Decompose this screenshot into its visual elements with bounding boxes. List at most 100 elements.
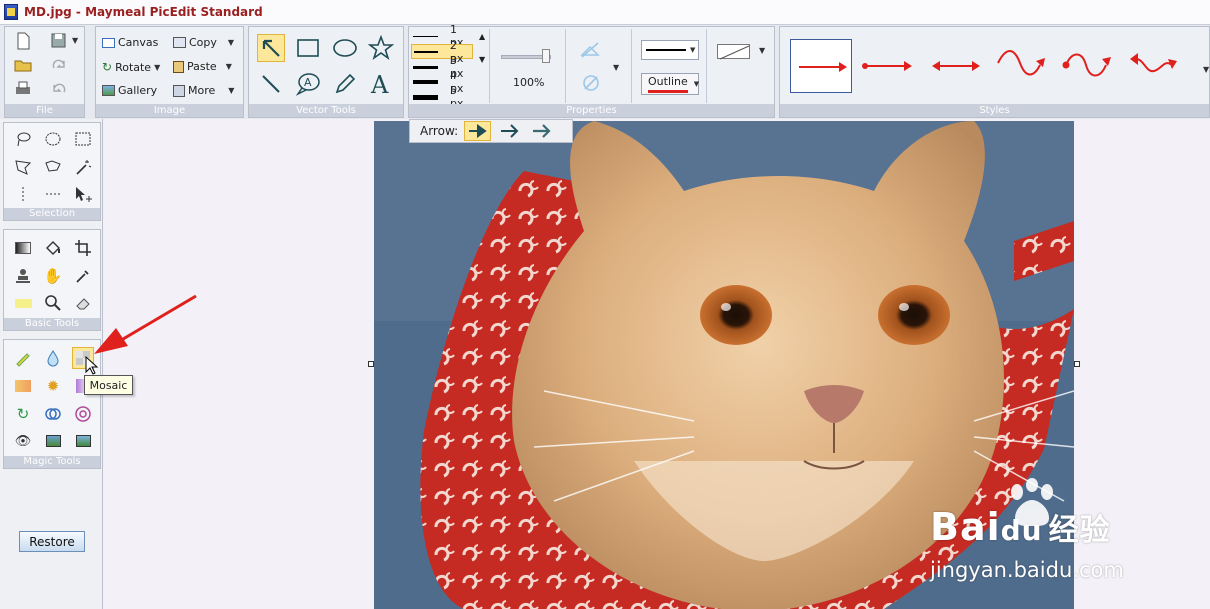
frame-tool[interactable] [42, 430, 64, 452]
outline-select[interactable]: Outline ▼ [641, 73, 699, 95]
wavy-dot-arrow-icon[interactable] [1060, 45, 1116, 81]
width-scroll-down-icon[interactable]: ▼ [479, 55, 485, 64]
refresh-icon: ↻ [16, 405, 30, 423]
no-fill-icon[interactable] [581, 73, 601, 93]
canvas-label: Canvas [118, 36, 159, 49]
open-folder-icon[interactable] [13, 55, 33, 75]
highlighter-tool[interactable] [12, 292, 34, 314]
canvas-icon [102, 37, 115, 48]
more-label: More [188, 84, 216, 97]
line-style-dropdown-icon[interactable]: ▼ [690, 46, 695, 54]
double-arrow-icon[interactable] [928, 52, 984, 80]
save-dropdown-icon[interactable]: ▼ [72, 36, 78, 45]
fill-dropdown-icon[interactable]: ▼ [613, 63, 619, 72]
circles-tool[interactable] [42, 403, 64, 425]
more-button[interactable]: More ▼ [173, 84, 234, 97]
ellipse-select-tool[interactable] [42, 128, 64, 150]
row-select-tool[interactable] [42, 183, 64, 205]
paste-dropdown-icon[interactable]: ▼ [226, 62, 232, 71]
ellipse-tool[interactable] [331, 34, 359, 62]
move-select-tool[interactable] [72, 183, 94, 205]
row-select-icon [46, 193, 60, 195]
paste-button[interactable]: Paste ▼ [173, 60, 232, 73]
more-dropdown-icon[interactable]: ▼ [228, 86, 234, 95]
straight-arrow-icon [799, 62, 847, 72]
undo-icon[interactable] [49, 79, 69, 99]
paste-icon [173, 60, 184, 73]
star-icon [368, 35, 394, 61]
rotate-dropdown-icon[interactable]: ▼ [154, 63, 160, 72]
clone-stamp-icon [16, 269, 30, 283]
fill-disabled-icon[interactable] [579, 41, 601, 59]
hand-icon: ✋ [43, 267, 63, 285]
eyedropper-tool[interactable] [72, 265, 94, 287]
arrow-options-label: Arrow: [420, 124, 459, 138]
dot-arrow-icon[interactable] [860, 52, 916, 80]
restore-button[interactable]: Restore [19, 531, 85, 552]
basic-tools-group: ✋ Basic Tools [3, 229, 101, 331]
rectangle-tool[interactable] [294, 34, 322, 62]
rect-select-tool[interactable] [72, 128, 94, 150]
lasso-tool[interactable] [12, 128, 34, 150]
star-tool[interactable] [367, 34, 395, 62]
shadow-dropdown-icon[interactable]: ▼ [759, 46, 765, 55]
shadow-style-select[interactable] [717, 44, 750, 60]
zoom-tool[interactable] [42, 292, 64, 314]
new-file-icon[interactable] [13, 31, 33, 51]
image-group-label: Image [96, 104, 243, 117]
line-width-list[interactable]: 1 px 2 px 3 px 4 px 5 px [411, 23, 473, 110]
ring-tool[interactable] [72, 403, 94, 425]
outline-dropdown-icon[interactable]: ▼ [694, 80, 699, 88]
stamp-tool[interactable] [12, 265, 34, 287]
arrow-style-3[interactable] [529, 121, 555, 141]
brightness-tool[interactable]: ✹ [42, 375, 64, 397]
blur-tool[interactable] [42, 347, 64, 369]
canvas-button[interactable]: Canvas [102, 36, 158, 49]
redo-icon[interactable] [49, 55, 69, 75]
copy-button[interactable]: Copy ▼ [173, 36, 234, 49]
text-tool[interactable]: A [367, 70, 395, 98]
magic-wand-tool[interactable] [72, 156, 94, 178]
pencil-tool[interactable] [331, 70, 359, 98]
gallery-button[interactable]: Gallery [102, 84, 157, 97]
arrow-tool[interactable] [257, 34, 285, 62]
styles-dropdown-icon[interactable]: ▼ [1203, 65, 1209, 74]
magnetic-lasso-tool[interactable] [42, 156, 64, 178]
width-scroll-up-icon[interactable]: ▲ [479, 32, 485, 41]
more-icon [173, 84, 185, 97]
rotate-hue-tool[interactable]: ↻ [12, 403, 34, 425]
style-straight-arrow[interactable] [790, 39, 852, 93]
arrow-style-1[interactable] [464, 121, 492, 141]
width-option-5[interactable]: 5 px [413, 84, 473, 110]
gradient-tool[interactable] [12, 237, 34, 259]
smudge-tool[interactable] [12, 347, 34, 369]
thin-arrow-icon [533, 124, 551, 138]
highlighter-icon [14, 298, 32, 308]
resize-handle-right[interactable] [1074, 361, 1080, 367]
effects-tool[interactable] [72, 430, 94, 452]
opacity-slider-thumb[interactable] [542, 49, 550, 63]
wavy-arrow-icon[interactable] [994, 45, 1050, 81]
red-eye-tool[interactable]: 👁 [12, 430, 34, 452]
ellipse-select-icon [45, 132, 61, 146]
column-select-tool[interactable] [12, 183, 34, 205]
color-tool[interactable] [12, 375, 34, 397]
copy-dropdown-icon[interactable]: ▼ [228, 38, 234, 47]
resize-handle-left[interactable] [368, 361, 374, 367]
fill-tool[interactable] [42, 237, 64, 259]
watermark-site: jingyan.baidu.com [930, 558, 1124, 582]
line-style-select[interactable]: ▼ [641, 40, 699, 60]
polygon-select-tool[interactable] [12, 156, 34, 178]
text-icon: A [370, 71, 389, 97]
save-icon[interactable] [49, 31, 69, 51]
rotate-button[interactable]: ↻ Rotate ▼ [102, 60, 160, 74]
curved-double-arrow-icon[interactable] [1126, 45, 1182, 81]
crop-tool[interactable] [72, 237, 94, 259]
width-swatch-2 [414, 50, 438, 53]
callout-tool[interactable]: A [294, 70, 322, 98]
diagonal-arrow-icon [262, 39, 280, 57]
arrow-style-2[interactable] [497, 121, 523, 141]
hand-tool[interactable]: ✋ [42, 265, 64, 287]
line-tool[interactable] [257, 70, 285, 98]
print-icon[interactable] [13, 79, 33, 99]
